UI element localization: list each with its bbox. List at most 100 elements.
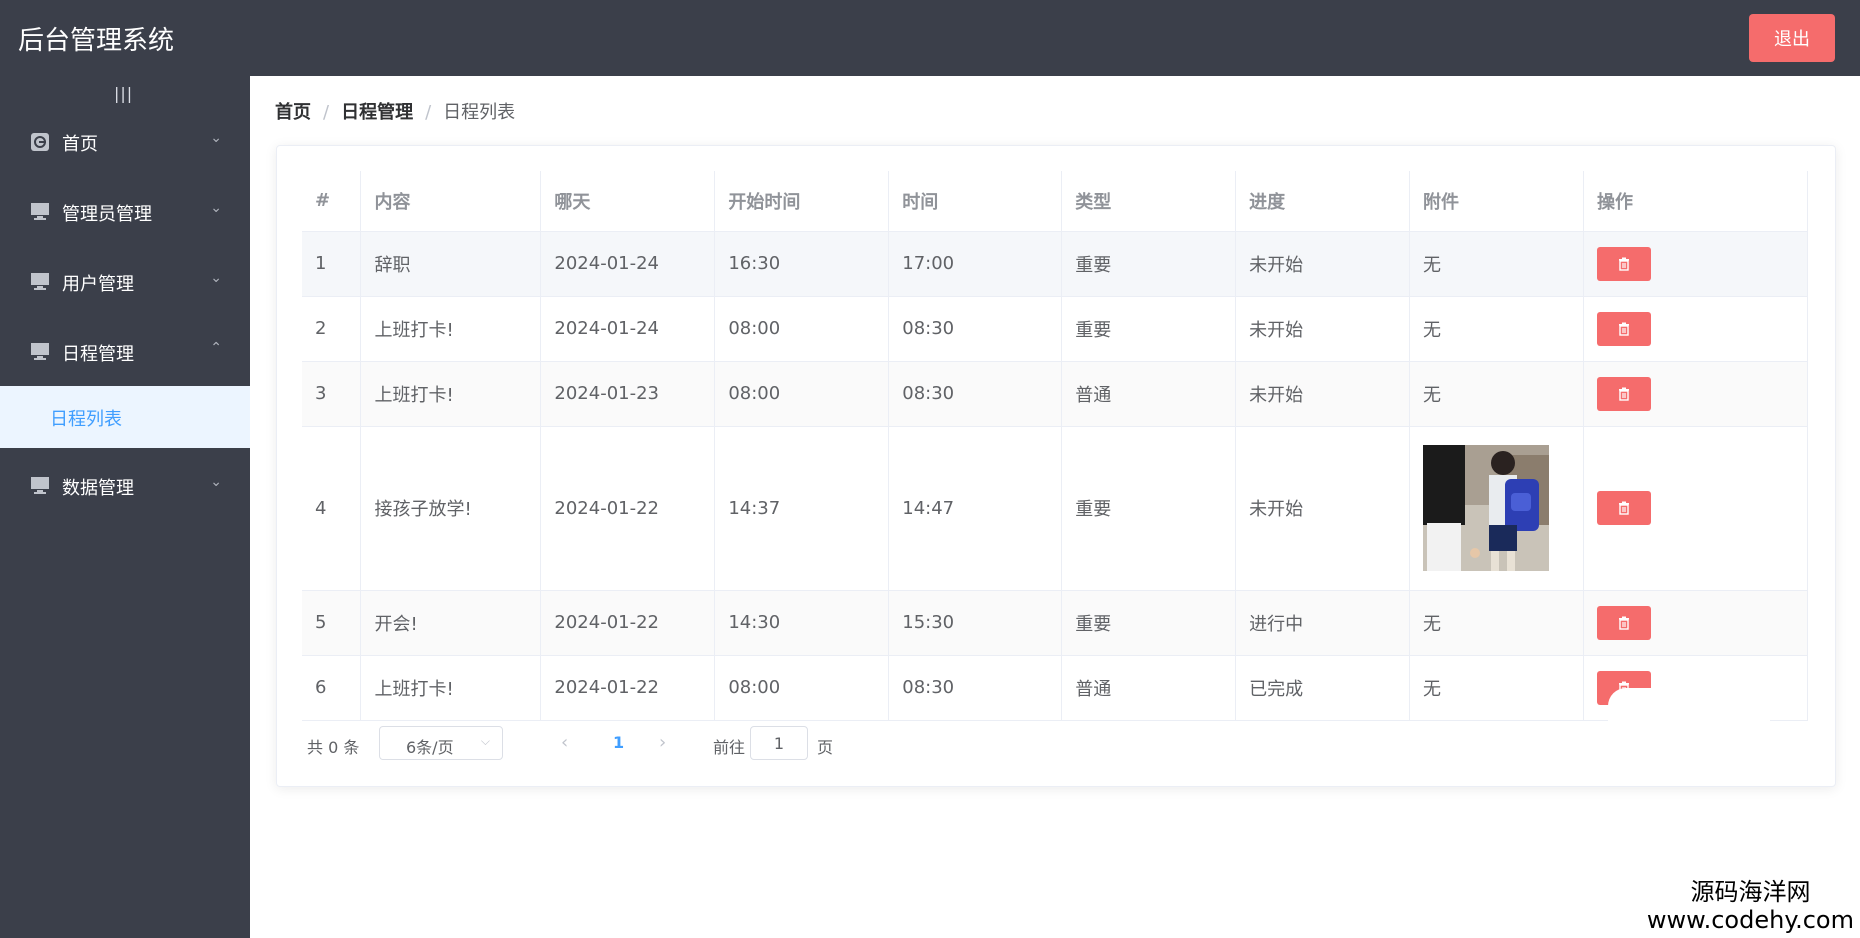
delete-button[interactable] (1597, 246, 1652, 281)
column-header: 操作 (1583, 171, 1808, 232)
goto-unit-label: 页 (817, 738, 834, 757)
cell-content: 辞职 (360, 231, 542, 297)
trash-icon (1619, 257, 1630, 271)
delete-button[interactable] (1597, 376, 1652, 411)
cell-attachment: 无 (1409, 361, 1585, 427)
trash-icon (1619, 501, 1630, 515)
home-icon (30, 132, 50, 151)
chevron-down-icon: ⌄ (210, 200, 222, 216)
cell-date: 2024-01-22 (540, 426, 716, 591)
breadcrumb: 首页 / 日程管理 / 日程列表 (275, 98, 515, 124)
cell-content: 上班打卡! (360, 655, 542, 721)
table-header-row: # 内容 哪天 开始时间 时间 类型 进度 附件 操作 (302, 171, 1808, 232)
table-row[interactable]: 4 接孩子放学! 2024-01-22 14:37 14:47 重要 未开始 (302, 426, 1808, 591)
schedule-table-card: # 内容 哪天 开始时间 时间 类型 进度 附件 操作 1 辞职 2024-01… (276, 145, 1836, 787)
top-header: 后台管理系统 退出 (0, 0, 1860, 76)
cell-actions (1583, 426, 1808, 591)
menu-collapse-icon[interactable]: ||| (114, 84, 133, 103)
goto-label: 前往 (713, 738, 746, 757)
trash-icon (1619, 616, 1630, 630)
cell-attachment: 无 (1409, 231, 1585, 297)
delete-button[interactable] (1597, 491, 1652, 525)
cell-start-time: 08:00 (714, 296, 890, 362)
column-header: 类型 (1061, 171, 1237, 232)
sidebar-item-user-management[interactable]: 用户管理 ⌄ (0, 248, 250, 318)
column-header: 时间 (888, 171, 1063, 232)
monitor-icon (30, 202, 50, 220)
column-header: 附件 (1409, 171, 1585, 232)
chevron-down-icon: ⌄ (210, 474, 222, 490)
cell-end-time: 15:30 (888, 590, 1063, 656)
watermark-line2: www.codehy.com (1646, 906, 1854, 934)
next-page-button[interactable]: › (659, 732, 666, 753)
column-header: 进度 (1235, 171, 1411, 232)
cell-actions (1583, 296, 1808, 362)
prev-page-button[interactable]: ‹ (561, 732, 568, 753)
page-number-current[interactable]: 1 (613, 733, 624, 752)
sidebar-subitem-label: 日程列表 (50, 409, 122, 430)
cell-actions (1583, 590, 1808, 656)
logout-button[interactable]: 退出 (1749, 14, 1835, 62)
sidebar-item-label: 数据管理 (62, 478, 134, 499)
app-title: 后台管理系统 (18, 26, 175, 56)
sidebar-item-data-management[interactable]: 数据管理 ⌄ (0, 452, 250, 522)
cell-date: 2024-01-24 (540, 231, 716, 297)
pagination-total: 共 0 条 (307, 738, 360, 757)
cell-progress: 已完成 (1235, 655, 1411, 721)
cell-attachment: 无 (1409, 296, 1585, 362)
cell-content: 开会! (360, 590, 542, 656)
cell-index: 3 (302, 361, 362, 427)
cell-index: 4 (302, 426, 362, 591)
sidebar-item-home[interactable]: 首页 ⌄ (0, 108, 250, 178)
schedule-table: # 内容 哪天 开始时间 时间 类型 进度 附件 操作 1 辞职 2024-01… (302, 171, 1808, 721)
attachment-thumbnail[interactable] (1423, 445, 1550, 571)
cell-end-time: 08:30 (888, 655, 1063, 721)
breadcrumb-section[interactable]: 日程管理 (341, 102, 413, 123)
trash-icon (1619, 387, 1630, 401)
cell-progress: 进行中 (1235, 590, 1411, 656)
cell-end-time: 17:00 (888, 231, 1063, 297)
cell-start-time: 14:30 (714, 590, 890, 656)
cell-index: 5 (302, 590, 362, 656)
cell-attachment: 无 (1409, 590, 1585, 656)
sidebar-subitem-schedule-list[interactable]: 日程列表 (0, 386, 250, 448)
breadcrumb-separator: / (425, 102, 432, 123)
table-row[interactable]: 5 开会! 2024-01-22 14:30 15:30 重要 进行中 无 (302, 590, 1808, 656)
page-size-value: 6条/页 (406, 738, 454, 757)
cell-date: 2024-01-24 (540, 296, 716, 362)
chevron-down-icon: ⌄ (210, 130, 222, 146)
cell-index: 6 (302, 655, 362, 721)
cell-date: 2024-01-22 (540, 590, 716, 656)
delete-button[interactable] (1597, 311, 1652, 346)
cell-progress: 未开始 (1235, 231, 1411, 297)
cell-type: 重要 (1061, 590, 1237, 656)
cell-index: 2 (302, 296, 362, 362)
monitor-icon (30, 476, 50, 494)
watermark-line1: 源码海洋网 (1690, 878, 1811, 906)
table-row[interactable]: 6 上班打卡! 2024-01-22 08:00 08:30 普通 已完成 无 (302, 655, 1808, 721)
delete-button[interactable] (1597, 605, 1652, 640)
cell-index: 1 (302, 231, 362, 297)
page-size-select[interactable]: 6条/页 ⌵ (379, 726, 503, 760)
column-header: # (302, 171, 362, 232)
sidebar-item-label: 首页 (62, 134, 98, 155)
column-header: 内容 (360, 171, 542, 232)
cell-end-time: 08:30 (888, 296, 1063, 362)
table-row[interactable]: 1 辞职 2024-01-24 16:30 17:00 重要 未开始 无 (302, 231, 1808, 297)
cell-attachment (1409, 426, 1585, 591)
cell-progress: 未开始 (1235, 426, 1411, 591)
chevron-up-icon: ⌃ (210, 340, 222, 356)
sidebar-item-admin-management[interactable]: 管理员管理 ⌄ (0, 178, 250, 248)
table-row[interactable]: 3 上班打卡! 2024-01-23 08:00 08:30 普通 未开始 无 (302, 361, 1808, 427)
chevron-down-icon: ⌵ (480, 734, 490, 748)
sidebar-item-schedule-management[interactable]: 日程管理 ⌃ (0, 318, 250, 388)
cell-type: 重要 (1061, 426, 1237, 591)
table-row[interactable]: 2 上班打卡! 2024-01-24 08:00 08:30 重要 未开始 无 (302, 296, 1808, 362)
breadcrumb-home[interactable]: 首页 (275, 102, 311, 123)
cell-content: 上班打卡! (360, 361, 542, 427)
cell-type: 普通 (1061, 655, 1237, 721)
goto-page-input[interactable] (750, 726, 808, 760)
cell-content: 接孩子放学! (360, 426, 542, 591)
cell-type: 重要 (1061, 296, 1237, 362)
trash-icon (1619, 322, 1630, 336)
